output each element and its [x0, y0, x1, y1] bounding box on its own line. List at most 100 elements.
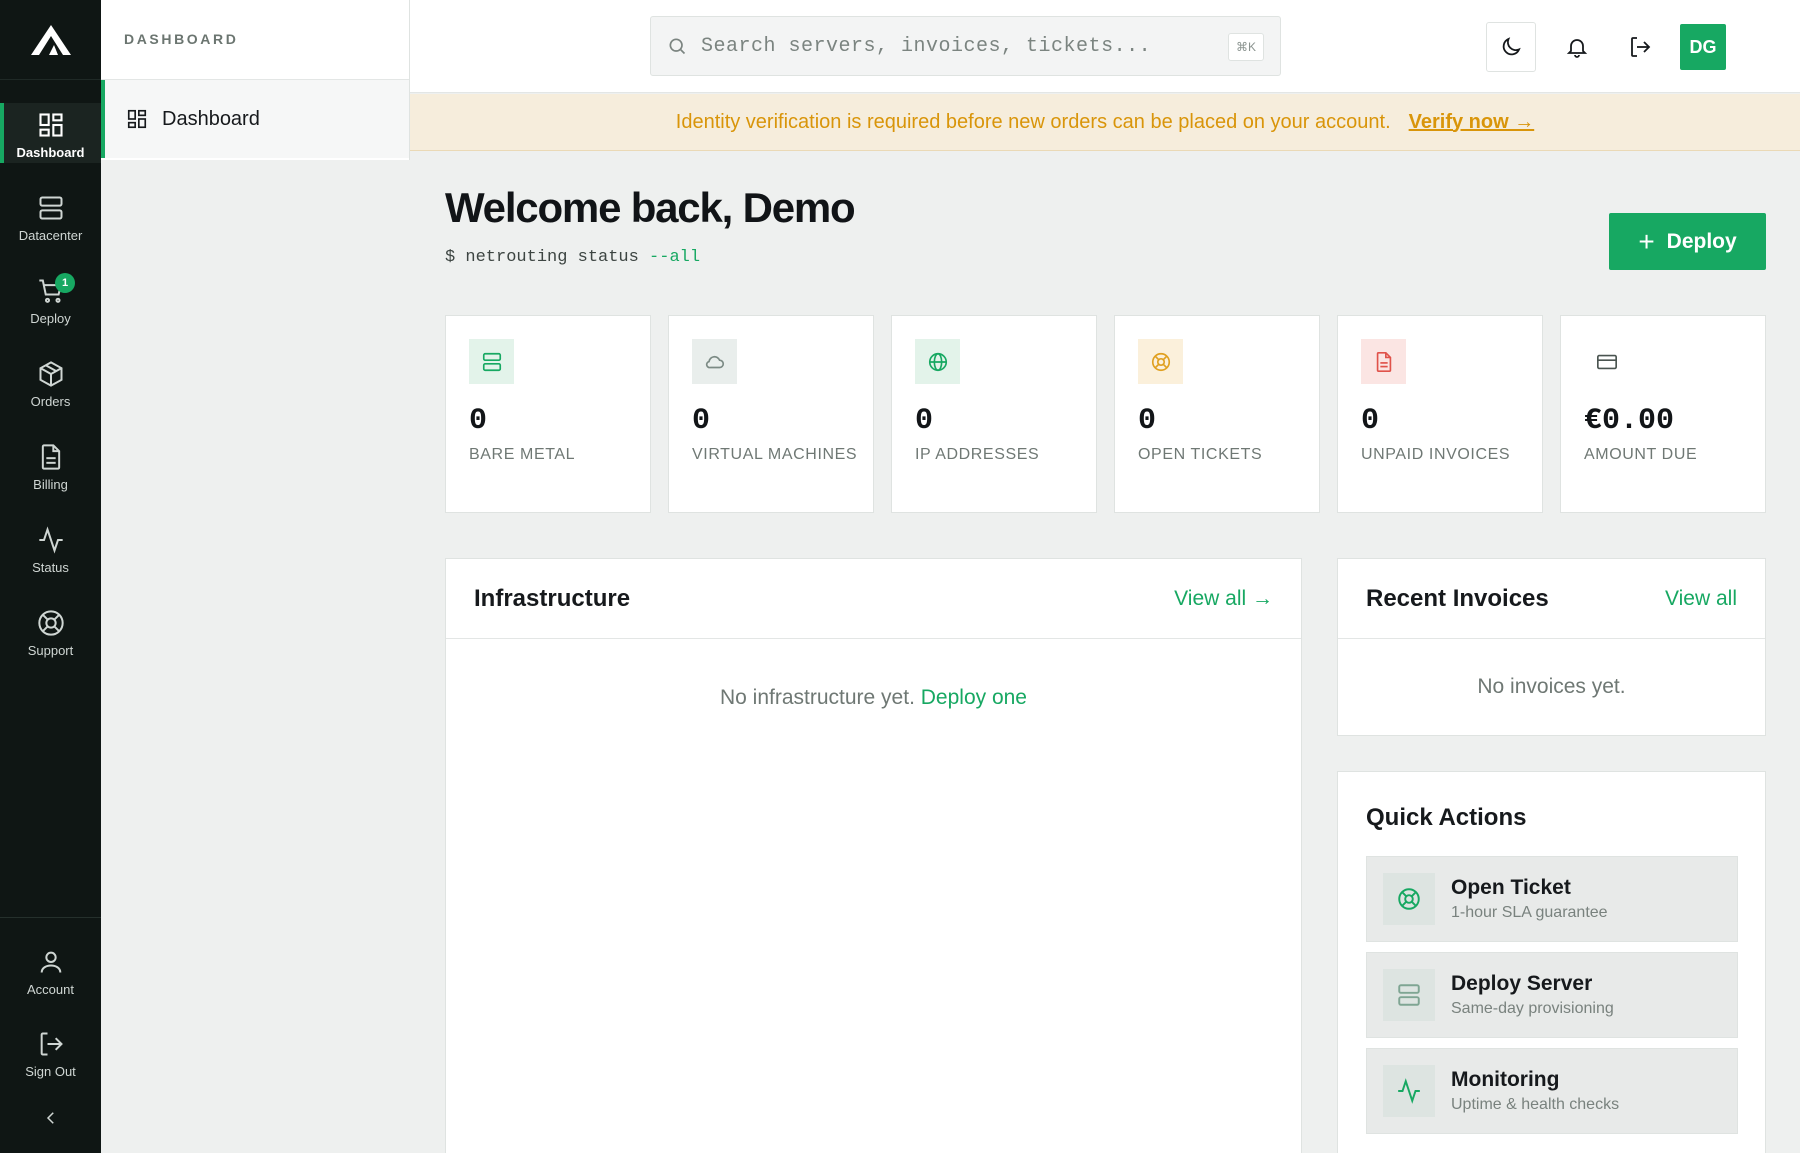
empty-state-text: No invoices yet.: [1477, 675, 1626, 698]
global-search[interactable]: ⌘K: [650, 16, 1281, 76]
logo-icon: [30, 24, 71, 55]
stat-label: BARE METAL: [469, 446, 576, 463]
rail-item-account[interactable]: Account: [0, 940, 101, 1004]
recent-invoices-panel: Recent Invoices View all No invoices yet…: [1337, 558, 1766, 736]
stat-card-virtual-machines[interactable]: 0 VIRTUAL MACHINES: [668, 315, 874, 513]
rail-item-dashboard[interactable]: Dashboard: [0, 103, 101, 163]
user-avatar[interactable]: DG: [1680, 24, 1726, 70]
stat-label: UNPAID INVOICES: [1361, 446, 1511, 463]
rail-item-status[interactable]: Status: [0, 518, 101, 582]
chevron-left-icon: [46, 1112, 54, 1124]
deploy-one-link[interactable]: Deploy one: [921, 686, 1027, 709]
package-icon: [39, 361, 62, 387]
rail-item-billing[interactable]: Billing: [0, 435, 101, 499]
stat-label: OPEN TICKETS: [1138, 446, 1263, 463]
rail-item-label: Billing: [33, 477, 68, 492]
lifebuoy-icon: [1383, 873, 1435, 925]
rail-item-support[interactable]: Support: [0, 601, 101, 665]
stat-value: 0: [1138, 404, 1157, 438]
quick-action-subtitle: 1-hour SLA guarantee: [1451, 904, 1608, 921]
dashboard-icon: [38, 113, 63, 137]
activity-icon: [1383, 1065, 1435, 1117]
command-text: $ netrouting status: [445, 248, 650, 267]
page-title: Welcome back, Demo: [445, 184, 856, 231]
rail-item-label: Account: [27, 982, 74, 997]
stat-label: AMOUNT DUE: [1584, 446, 1698, 463]
quick-action-subtitle: Same-day provisioning: [1451, 1000, 1614, 1017]
rail-item-label: Sign Out: [25, 1064, 76, 1079]
bell-icon: [1566, 39, 1588, 58]
server-icon: [469, 339, 514, 384]
panel-title: Recent Invoices: [1366, 584, 1549, 612]
rail-item-label: Orders: [30, 394, 71, 409]
rail-item-label: Support: [27, 643, 74, 658]
stat-value: €0.00: [1584, 404, 1675, 438]
stat-card-bare-metal[interactable]: 0 BARE METAL: [445, 315, 651, 513]
rail-item-deploy[interactable]: 1 Deploy: [0, 269, 101, 333]
search-icon: [669, 38, 686, 55]
subnav-item-label: Dashboard: [162, 107, 260, 130]
quick-action-monitoring[interactable]: Monitoring Uptime & health checks: [1366, 1048, 1738, 1134]
lifebuoy-icon: [37, 610, 64, 636]
panel-header: Infrastructure View all →: [446, 559, 1301, 639]
brand-logo[interactable]: [0, 0, 101, 80]
subnav-header: DASHBOARD: [101, 0, 409, 80]
empty-state-text: No infrastructure yet.: [720, 686, 915, 709]
notifications-button[interactable]: [1552, 22, 1602, 72]
stat-card-open-tickets[interactable]: 0 OPEN TICKETS: [1114, 315, 1320, 513]
view-all-invoices-link[interactable]: View all: [1665, 587, 1737, 611]
quick-actions-panel: Quick Actions Open Ticket 1-hour SLA gua…: [1337, 771, 1766, 1153]
cart-count-badge: 1: [55, 273, 75, 293]
panel-title: Infrastructure: [474, 584, 631, 612]
command-flag: --all: [649, 248, 701, 267]
search-input[interactable]: [701, 34, 1201, 58]
server-icon: [39, 196, 62, 220]
rail-item-label: Dashboard: [16, 145, 85, 160]
cloud-icon: [692, 339, 737, 384]
rail-item-label: Datacenter: [18, 228, 83, 243]
infrastructure-panel: Infrastructure View all → No infrastruct…: [445, 558, 1302, 1153]
stat-label: VIRTUAL MACHINES: [692, 446, 858, 463]
stat-value: 0: [692, 404, 711, 438]
stat-value: 0: [1361, 404, 1380, 438]
deploy-button-label: Deploy: [1666, 229, 1737, 253]
rail-item-orders[interactable]: Orders: [0, 352, 101, 416]
panel-header: Recent Invoices View all: [1338, 559, 1765, 639]
deploy-button[interactable]: + Deploy: [1609, 213, 1766, 270]
secondary-sidebar: DASHBOARD Dashboard: [101, 0, 410, 160]
quick-action-deploy-server[interactable]: Deploy Server Same-day provisioning: [1366, 952, 1738, 1038]
stat-label: IP ADDRESSES: [915, 446, 1040, 463]
rail-item-label: Deploy: [30, 311, 71, 326]
server-icon: [1383, 969, 1435, 1021]
stat-card-unpaid-invoices[interactable]: 0 UNPAID INVOICES: [1337, 315, 1543, 513]
user-icon: [40, 951, 61, 973]
stat-value: 0: [469, 404, 488, 438]
plus-icon: +: [1638, 225, 1655, 257]
view-all-infrastructure-link[interactable]: View all →: [1174, 587, 1273, 611]
quick-action-subtitle: Uptime & health checks: [1451, 1096, 1620, 1113]
search-shortcut-hint: ⌘K: [1228, 33, 1264, 61]
collapse-sidebar-button[interactable]: [0, 1100, 101, 1136]
primary-rail: Dashboard Datacenter 1 Deploy Orders Bil…: [0, 0, 101, 1153]
logout-button[interactable]: [1615, 22, 1665, 72]
theme-toggle-button[interactable]: [1486, 22, 1536, 72]
rail-item-datacenter[interactable]: Datacenter: [0, 186, 101, 250]
empty-state: No infrastructure yet. Deploy one: [446, 686, 1301, 710]
lifebuoy-icon: [1138, 339, 1183, 384]
subnav-item-dashboard[interactable]: Dashboard: [101, 80, 409, 158]
stat-card-ip-addresses[interactable]: 0 IP ADDRESSES: [891, 315, 1097, 513]
document-icon: [1361, 339, 1406, 384]
stat-card-amount-due[interactable]: €0.00 AMOUNT DUE: [1560, 315, 1766, 513]
dashboard-icon: [127, 109, 147, 129]
verify-now-link[interactable]: Verify now →: [1409, 111, 1535, 134]
quick-action-open-ticket[interactable]: Open Ticket 1-hour SLA guarantee: [1366, 856, 1738, 942]
rail-item-label: Status: [32, 560, 69, 575]
verification-banner: Identity verification is required before…: [410, 94, 1800, 151]
sign-out-icon: [40, 1032, 63, 1056]
banner-message: Identity verification is required before…: [675, 110, 1391, 133]
quick-action-name: Open Ticket: [1451, 876, 1571, 899]
rail-item-sign-out[interactable]: Sign Out: [0, 1022, 101, 1086]
moon-icon: [1502, 37, 1521, 56]
panel-title: Quick Actions: [1366, 804, 1527, 831]
top-bar: ⌘K DG: [410, 0, 1800, 93]
